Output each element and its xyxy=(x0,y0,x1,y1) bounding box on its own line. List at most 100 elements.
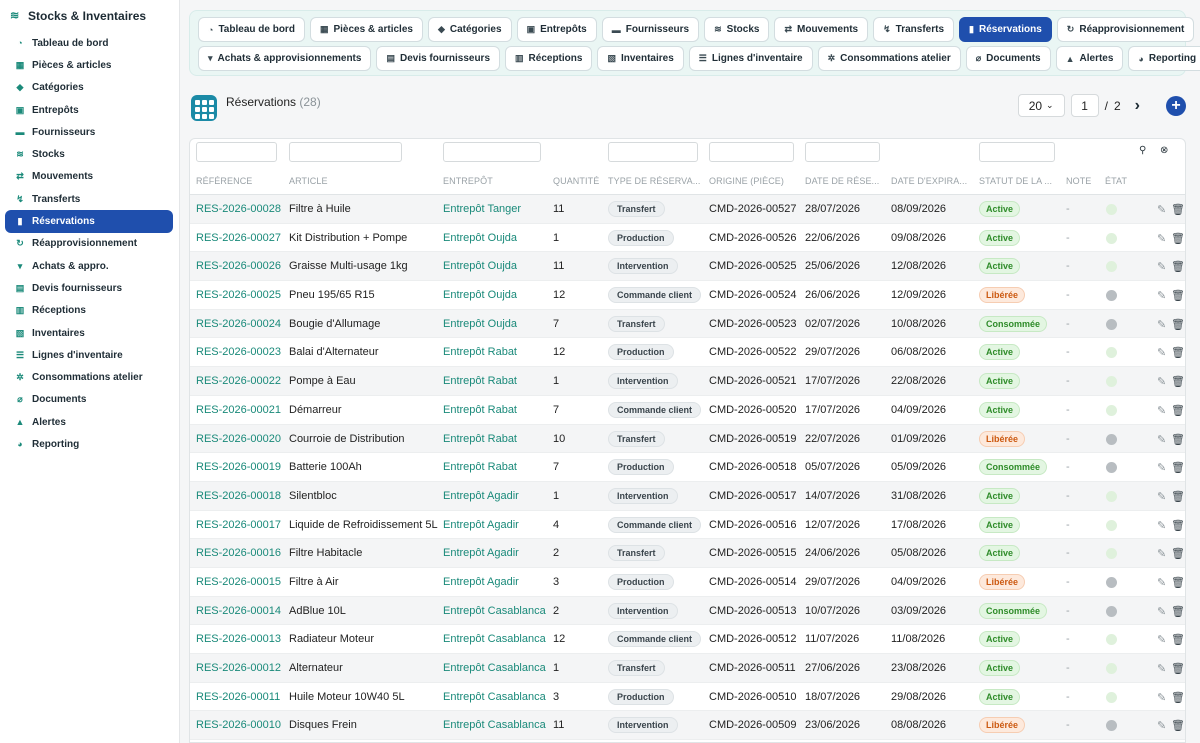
pencil-icon[interactable]: ✎ xyxy=(1157,433,1166,446)
entrepot-link[interactable]: Entrepôt Casablanca xyxy=(443,662,546,674)
tab-row1-5[interactable]: ▬ Fournisseurs xyxy=(601,17,700,42)
tab-row1-10[interactable]: ↻ Réapprovisionnement xyxy=(1056,17,1195,42)
pencil-icon[interactable]: ✎ xyxy=(1157,375,1166,388)
column-header[interactable]: ENTREPÔT xyxy=(443,176,493,186)
column-header[interactable]: STATUT DE LA ... xyxy=(979,176,1052,186)
reference-link[interactable]: RES-2026-00018 xyxy=(196,490,281,502)
pencil-icon[interactable]: ✎ xyxy=(1157,490,1166,503)
pencil-icon[interactable]: ✎ xyxy=(1157,576,1166,589)
pencil-icon[interactable]: ✎ xyxy=(1157,203,1166,216)
search-icon[interactable]: ⚲ xyxy=(1139,145,1146,156)
sidebar-item-9[interactable]: ▮ Réservations xyxy=(5,210,173,233)
sidebar-item-1[interactable]: ◔ Tableau de bord xyxy=(5,32,173,54)
sidebar-item-13[interactable]: ▥ Réceptions xyxy=(5,300,173,322)
pencil-icon[interactable]: ✎ xyxy=(1157,633,1166,646)
column-header[interactable]: QUANTITÉ xyxy=(553,176,599,186)
table-row[interactable]: RES-2026-00027 Kit Distribution + Pompe En… xyxy=(190,224,1185,253)
pencil-icon[interactable]: ✎ xyxy=(1157,691,1166,704)
reference-link[interactable]: RES-2026-00019 xyxy=(196,461,281,473)
reference-link[interactable]: RES-2026-00014 xyxy=(196,605,281,617)
entrepot-link[interactable]: Entrepôt Tanger xyxy=(443,203,521,215)
page-number-input[interactable]: 1 xyxy=(1070,94,1099,117)
pencil-icon[interactable]: ✎ xyxy=(1157,289,1166,302)
tab-row2-5[interactable]: ☰ Lignes d'inventaire xyxy=(688,46,813,71)
tab-row2-8[interactable]: ▲ Alertes xyxy=(1055,46,1124,71)
pencil-icon[interactable]: ✎ xyxy=(1157,318,1166,331)
filter-entrepot-input[interactable] xyxy=(443,142,541,162)
pencil-icon[interactable]: ✎ xyxy=(1157,346,1166,359)
add-reservation-button[interactable]: + xyxy=(1166,95,1186,116)
column-header[interactable]: RÉFÉRENCE xyxy=(196,176,252,186)
sidebar-item-19[interactable]: ◕ Reporting xyxy=(5,433,173,455)
pencil-icon[interactable]: ✎ xyxy=(1157,519,1166,532)
tab-row1-3[interactable]: ◆ Catégories xyxy=(427,17,512,42)
table-row[interactable]: RES-2026-00012 Alternateur Entrepôt Casabl… xyxy=(190,654,1185,683)
table-row[interactable]: RES-2026-00019 Batterie 100Ah Entrepôt Rab… xyxy=(190,453,1185,482)
trash-icon[interactable]: 🗑 xyxy=(1171,203,1185,216)
pencil-icon[interactable]: ✎ xyxy=(1157,260,1166,273)
sidebar-item-17[interactable]: ⌀ Documents xyxy=(5,389,173,411)
tab-row1-4[interactable]: ▣ Entrepôts xyxy=(516,17,597,42)
tab-row2-3[interactable]: ▥ Réceptions xyxy=(505,46,593,71)
trash-icon[interactable]: 🗑 xyxy=(1171,490,1185,503)
entrepot-link[interactable]: Entrepôt Rabat xyxy=(443,375,517,387)
pencil-icon[interactable]: ✎ xyxy=(1157,547,1166,560)
trash-icon[interactable]: 🗑 xyxy=(1171,547,1185,560)
sidebar-item-6[interactable]: ≋ Stocks xyxy=(5,143,173,165)
reference-link[interactable]: RES-2026-00013 xyxy=(196,633,281,645)
entrepot-link[interactable]: Entrepôt Rabat xyxy=(443,461,517,473)
table-row[interactable]: RES-2026-00015 Filtre à Air Entrepôt Agadi… xyxy=(190,568,1185,597)
trash-icon[interactable]: 🗑 xyxy=(1171,346,1185,359)
trash-icon[interactable]: 🗑 xyxy=(1171,519,1185,532)
tab-row2-2[interactable]: ▤ Devis fournisseurs xyxy=(376,46,501,71)
table-row[interactable]: RES-2026-00020 Courroie de Distribution En… xyxy=(190,424,1185,454)
chevron-right-icon[interactable]: › xyxy=(1135,97,1140,115)
filter-origine-input[interactable] xyxy=(709,142,794,162)
per-page-select[interactable]: 20 ⌄ xyxy=(1017,94,1065,117)
sidebar-item-14[interactable]: ▧ Inventaires xyxy=(5,322,173,344)
sidebar-item-16[interactable]: ✲ Consommations atelier xyxy=(5,366,173,388)
trash-icon[interactable]: 🗑 xyxy=(1171,576,1185,589)
tab-row2-6[interactable]: ✲ Consommations atelier xyxy=(817,46,961,71)
entrepot-link[interactable]: Entrepôt Casablanca xyxy=(443,719,546,731)
entrepot-link[interactable]: Entrepôt Oujda xyxy=(443,289,517,301)
tab-row1-7[interactable]: ⇄ Mouvements xyxy=(774,17,869,42)
sidebar-item-4[interactable]: ▣ Entrepôts xyxy=(5,99,173,121)
reference-link[interactable]: RES-2026-00015 xyxy=(196,576,281,588)
table-row[interactable]: RES-2026-00018 Silentbloc Entrepôt Agadir 1… xyxy=(190,481,1185,511)
sidebar-item-15[interactable]: ☰ Lignes d'inventaire xyxy=(5,344,173,366)
sidebar-item-8[interactable]: ↯ Transferts xyxy=(5,188,173,210)
sidebar-item-5[interactable]: ▬ Fournisseurs xyxy=(5,121,173,143)
sidebar-item-3[interactable]: ◆ Catégories xyxy=(5,77,173,99)
entrepot-link[interactable]: Entrepôt Oujda xyxy=(443,232,517,244)
filter-type-input[interactable] xyxy=(608,142,698,162)
trash-icon[interactable]: 🗑 xyxy=(1171,719,1185,732)
reference-link[interactable]: RES-2026-00022 xyxy=(196,375,281,387)
entrepot-link[interactable]: Entrepôt Agadir xyxy=(443,519,519,531)
tab-row2-4[interactable]: ▧ Inventaires xyxy=(597,46,684,71)
table-row[interactable]: RES-2026-00013 Radiateur Moteur Entrepôt C… xyxy=(190,625,1185,654)
column-header[interactable]: DATE D'EXPIRA... xyxy=(891,176,967,186)
entrepot-link[interactable]: Entrepôt Casablanca xyxy=(443,691,546,703)
reference-link[interactable]: RES-2026-00012 xyxy=(196,662,281,674)
table-row[interactable]: RES-2026-00011 Huile Moteur 10W40 5L Entre… xyxy=(190,683,1185,712)
table-row[interactable]: RES-2026-00024 Bougie d'Allumage Entrepôt … xyxy=(190,309,1185,339)
reference-link[interactable]: RES-2026-00011 xyxy=(196,691,280,703)
reference-link[interactable]: RES-2026-00028 xyxy=(196,203,281,215)
table-row[interactable]: RES-2026-00023 Balai d'Alternateur Entrepô… xyxy=(190,338,1185,368)
pencil-icon[interactable]: ✎ xyxy=(1157,232,1166,245)
clear-filter-icon[interactable]: ⊗ xyxy=(1160,145,1168,156)
pencil-icon[interactable]: ✎ xyxy=(1157,605,1166,618)
tab-row1-6[interactable]: ≋ Stocks xyxy=(704,17,770,42)
table-row[interactable]: RES-2026-00016 Filtre Habitacle Entrepôt A… xyxy=(190,539,1185,568)
table-row[interactable]: RES-2026-00028 Filtre à Huile Entrepôt Tan… xyxy=(190,195,1185,224)
table-row[interactable]: RES-2026-00010 Disques Frein Entrepôt Casa… xyxy=(190,711,1185,741)
column-header[interactable]: NOTE xyxy=(1066,176,1091,186)
column-header[interactable]: DATE DE RÉSE... xyxy=(805,176,879,186)
trash-icon[interactable]: 🗑 xyxy=(1171,461,1185,474)
column-header[interactable]: ORIGINE (PIÈCE) xyxy=(709,176,784,186)
reference-link[interactable]: RES-2026-00024 xyxy=(196,318,281,330)
trash-icon[interactable]: 🗑 xyxy=(1171,633,1185,646)
tab-row1-8[interactable]: ↯ Transferts xyxy=(873,17,955,42)
trash-icon[interactable]: 🗑 xyxy=(1171,289,1185,302)
